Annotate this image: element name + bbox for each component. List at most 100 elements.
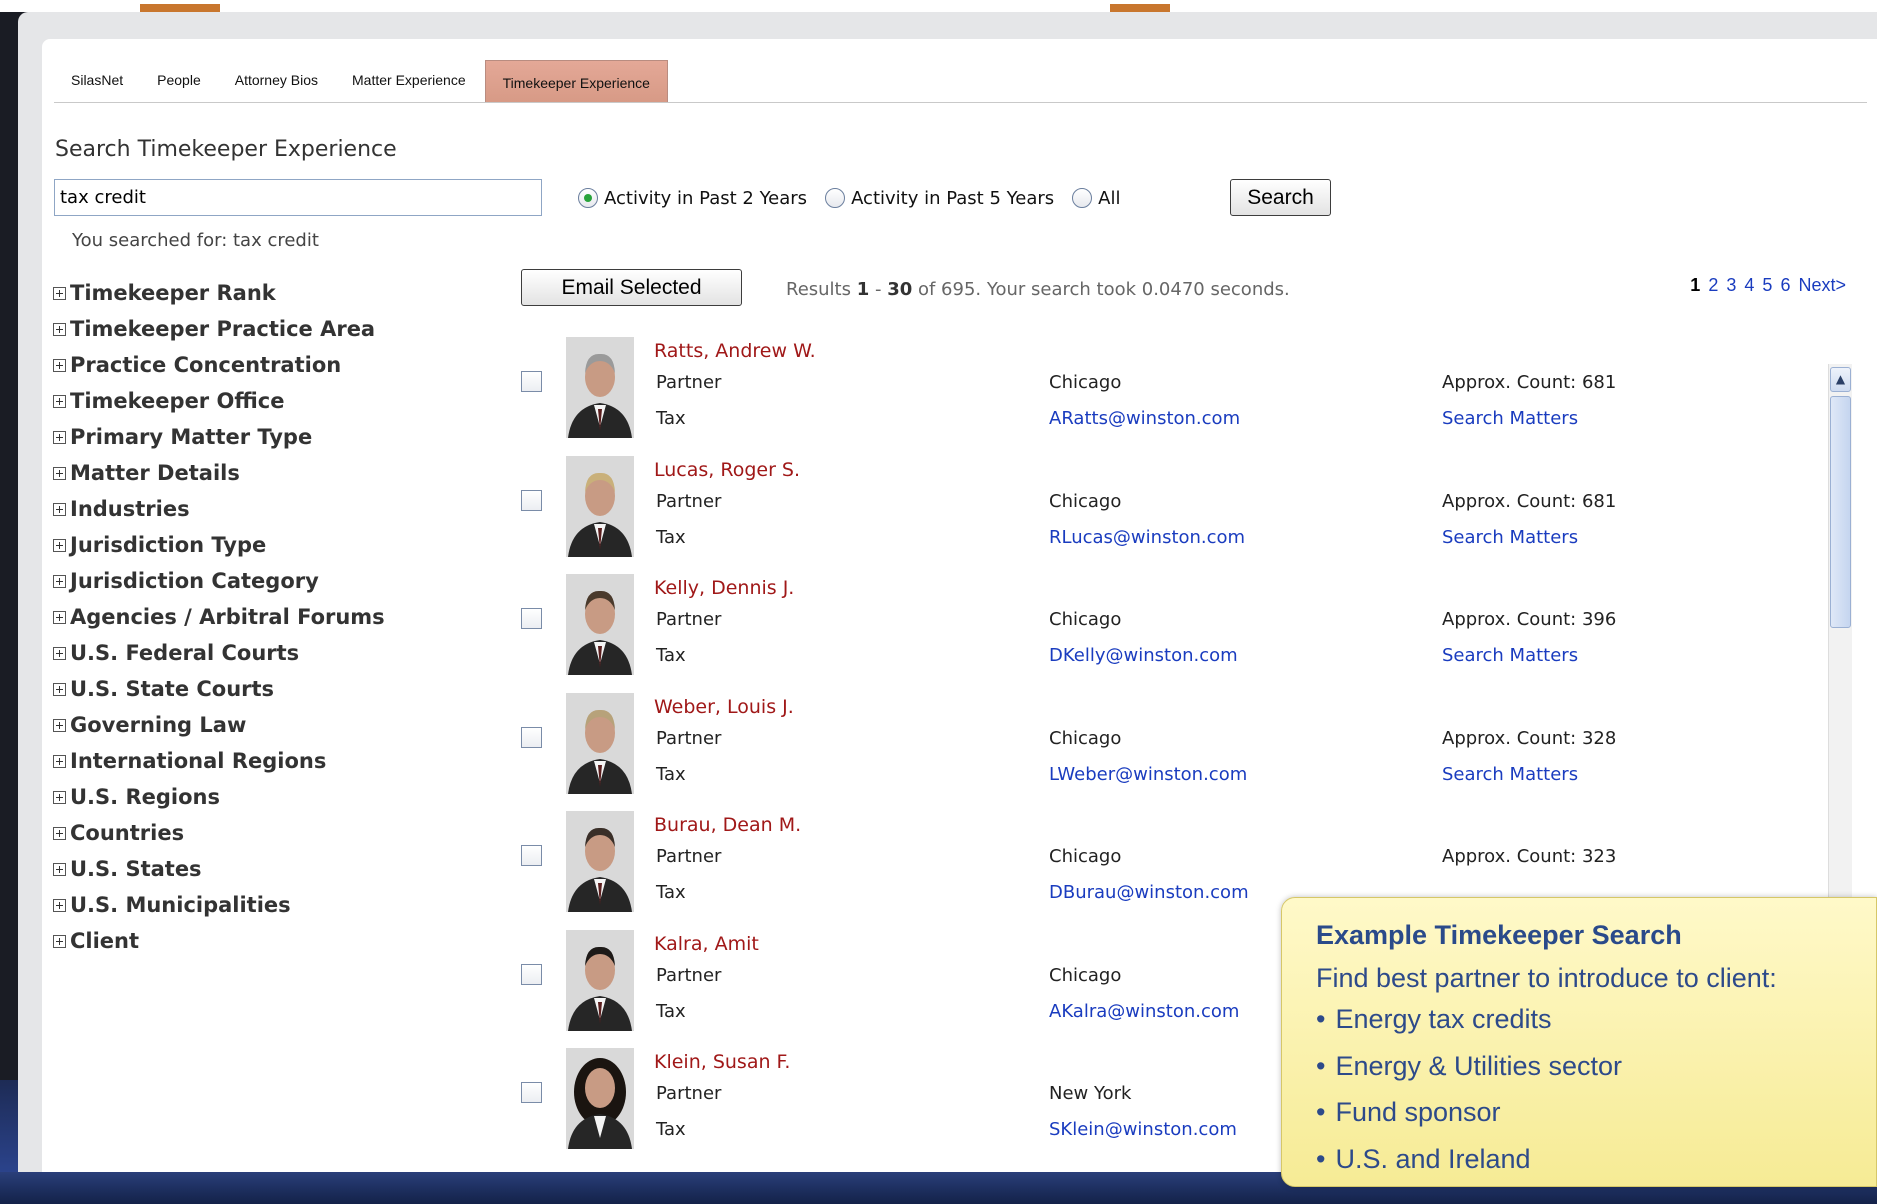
facet-item[interactable]: Jurisdiction Category <box>53 563 385 599</box>
search-matters-link[interactable]: Search Matters <box>1442 645 1578 666</box>
page-link[interactable]: 5 <box>1762 275 1772 295</box>
page-link[interactable]: 3 <box>1726 275 1736 295</box>
expand-icon[interactable] <box>53 754 66 768</box>
facet-item[interactable]: International Regions <box>53 743 385 779</box>
expand-icon[interactable] <box>53 358 66 372</box>
avatar <box>566 455 634 557</box>
facet-item[interactable]: Client <box>53 923 385 959</box>
email-link[interactable]: LWeber@winston.com <box>1049 764 1247 785</box>
tab-attorney-bios[interactable]: Attorney Bios <box>218 72 335 102</box>
timekeeper-name[interactable]: Kelly, Dennis J. <box>654 577 794 599</box>
radio-button[interactable] <box>1072 188 1093 208</box>
results-prefix: Results <box>786 279 857 300</box>
email-link[interactable]: DBurau@winston.com <box>1049 882 1249 903</box>
select-checkbox[interactable] <box>521 608 542 629</box>
select-checkbox[interactable] <box>521 371 542 392</box>
expand-icon[interactable] <box>53 646 66 660</box>
select-checkbox[interactable] <box>521 1082 542 1103</box>
expand-icon[interactable] <box>53 682 66 696</box>
search-input[interactable] <box>54 179 542 216</box>
email-link[interactable]: SKlein@winston.com <box>1049 1119 1237 1140</box>
email-link[interactable]: RLucas@winston.com <box>1049 527 1245 548</box>
search-matters-link[interactable]: Search Matters <box>1442 764 1578 785</box>
expand-icon[interactable] <box>53 790 66 804</box>
expand-icon[interactable] <box>53 610 66 624</box>
radio-button-selected[interactable] <box>578 188 598 208</box>
tab-people[interactable]: People <box>140 72 218 102</box>
tab-silasnet[interactable]: SilasNet <box>54 72 140 102</box>
expand-icon[interactable] <box>53 898 66 912</box>
select-checkbox[interactable] <box>521 845 542 866</box>
next-page-link[interactable]: Next> <box>1798 275 1846 295</box>
search-matters-link[interactable]: Search Matters <box>1442 408 1578 429</box>
facet-item[interactable]: U.S. State Courts <box>53 671 385 707</box>
expand-icon[interactable] <box>53 718 66 732</box>
expand-icon[interactable] <box>53 430 66 444</box>
callout-bullet: Fund sponsor <box>1316 1097 1876 1144</box>
expand-icon[interactable] <box>53 466 66 480</box>
timekeeper-name[interactable]: Ratts, Andrew W. <box>654 340 816 362</box>
expand-icon[interactable] <box>53 394 66 408</box>
facet-item[interactable]: U.S. Regions <box>53 779 385 815</box>
avatar <box>566 929 634 1031</box>
facet-item[interactable]: Timekeeper Office <box>53 383 385 419</box>
expand-icon[interactable] <box>53 862 66 876</box>
email-selected-button[interactable]: Email Selected <box>521 269 742 306</box>
scroll-up-icon[interactable]: ▲ <box>1830 367 1851 392</box>
expand-icon[interactable] <box>53 322 66 336</box>
tab-matter-experience[interactable]: Matter Experience <box>335 72 483 102</box>
expand-icon[interactable] <box>53 574 66 588</box>
expand-icon[interactable] <box>53 538 66 552</box>
facet-item[interactable]: Agencies / Arbitral Forums <box>53 599 385 635</box>
facet-item[interactable]: U.S. Municipalities <box>53 887 385 923</box>
nav-tabs: SilasNet People Attorney Bios Matter Exp… <box>54 60 1867 103</box>
page-link[interactable]: 6 <box>1780 275 1790 295</box>
facet-item[interactable]: Practice Concentration <box>53 347 385 383</box>
facet-item[interactable]: Timekeeper Practice Area <box>53 311 385 347</box>
radio-all[interactable]: All <box>1072 188 1120 209</box>
expand-icon[interactable] <box>53 826 66 840</box>
search-button[interactable]: Search <box>1230 179 1331 216</box>
facet-item[interactable]: U.S. Federal Courts <box>53 635 385 671</box>
facet-item[interactable]: Matter Details <box>53 455 385 491</box>
search-summary: You searched for: tax credit <box>72 230 319 251</box>
email-link[interactable]: AKalra@winston.com <box>1049 1001 1239 1022</box>
facet-label: Primary Matter Type <box>70 425 313 449</box>
timekeeper-department: Tax <box>656 526 686 548</box>
email-link[interactable]: ARatts@winston.com <box>1049 408 1240 429</box>
avatar <box>566 574 634 675</box>
result-row: Ratts, Andrew W. Partner Tax Chicago ARatts@… <box>512 326 1822 445</box>
tab-timekeeper-experience[interactable]: Timekeeper Experience <box>484 60 668 102</box>
timekeeper-title: Partner <box>656 490 722 512</box>
select-checkbox[interactable] <box>521 963 542 985</box>
facet-item[interactable]: Primary Matter Type <box>53 419 385 455</box>
facet-item[interactable]: Governing Law <box>53 707 385 743</box>
search-matters-link[interactable]: Search Matters <box>1442 527 1578 548</box>
expand-icon[interactable] <box>53 934 66 948</box>
radio-past-5-years[interactable]: Activity in Past 5 Years <box>825 188 1054 209</box>
timekeeper-name[interactable]: Klein, Susan F. <box>654 1051 790 1073</box>
select-checkbox[interactable] <box>521 726 542 748</box>
select-checkbox[interactable] <box>521 489 542 511</box>
timekeeper-name[interactable]: Kalra, Amit <box>654 933 759 955</box>
page-link[interactable]: 4 <box>1744 275 1754 295</box>
facet-item[interactable]: Countries <box>53 815 385 851</box>
radio-button[interactable] <box>825 188 846 208</box>
timekeeper-name[interactable]: Burau, Dean M. <box>654 814 801 836</box>
timekeeper-name[interactable]: Weber, Louis J. <box>654 696 794 718</box>
expand-icon[interactable] <box>53 286 66 300</box>
page-link[interactable]: 2 <box>1708 275 1718 295</box>
approx-count: Approx. Count: 328 <box>1442 727 1617 749</box>
facet-item[interactable]: Timekeeper Rank <box>53 275 385 311</box>
expand-icon[interactable] <box>53 502 66 516</box>
approx-count: Approx. Count: 681 <box>1442 372 1617 393</box>
facet-label: Industries <box>70 497 190 521</box>
email-link[interactable]: DKelly@winston.com <box>1049 645 1238 666</box>
facet-label: Practice Concentration <box>70 353 342 377</box>
timekeeper-name[interactable]: Lucas, Roger S. <box>654 459 800 481</box>
radio-past-2-years[interactable]: Activity in Past 2 Years <box>578 188 807 209</box>
facet-item[interactable]: Industries <box>53 491 385 527</box>
scroll-thumb[interactable] <box>1830 396 1851 628</box>
facet-item[interactable]: U.S. States <box>53 851 385 887</box>
facet-item[interactable]: Jurisdiction Type <box>53 527 385 563</box>
